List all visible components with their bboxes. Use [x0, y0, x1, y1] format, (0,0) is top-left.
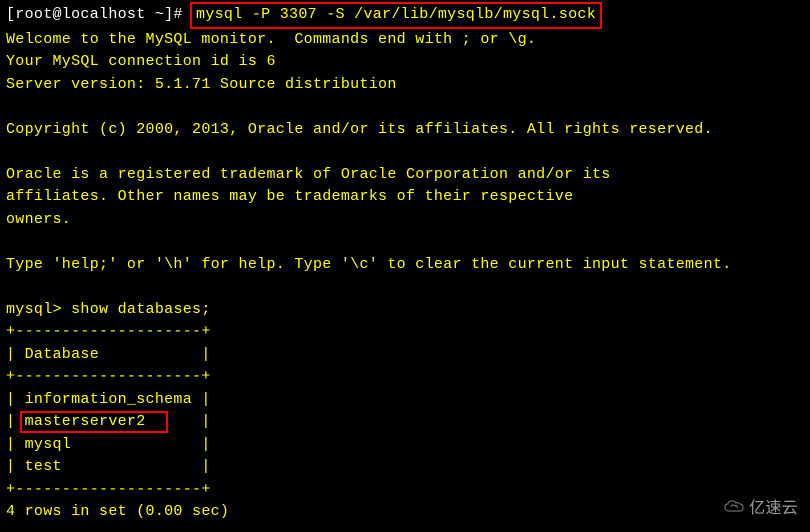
- cloud-icon: [723, 495, 745, 522]
- shell-prompt: [root@localhost ~]#: [6, 6, 192, 23]
- watermark: 亿速云: [723, 495, 798, 522]
- table-header: | Database |: [6, 344, 804, 367]
- table-row: | test |: [6, 456, 804, 479]
- trademark-line-3: owners.: [6, 209, 804, 232]
- table-border-mid: +--------------------+: [6, 366, 804, 389]
- watermark-text: 亿速云: [749, 497, 798, 521]
- blank-line: [6, 141, 804, 164]
- welcome-line-3: Server version: 5.1.71 Source distributi…: [6, 74, 804, 97]
- copyright-line: Copyright (c) 2000, 2013, Oracle and/or …: [6, 119, 804, 142]
- table-row: | mysql |: [6, 434, 804, 457]
- mysql-command-highlighted: mysql -P 3307 -S /var/lib/mysqlb/mysql.s…: [190, 2, 602, 29]
- help-line: Type 'help;' or '\h' for help. Type '\c'…: [6, 254, 804, 277]
- shell-prompt-line: [root@localhost ~]# mysql -P 3307 -S /va…: [6, 2, 804, 29]
- blank-line: [6, 276, 804, 299]
- welcome-line-2: Your MySQL connection id is 6: [6, 51, 804, 74]
- sql-query: show databases;: [71, 301, 211, 318]
- welcome-line-1: Welcome to the MySQL monitor. Commands e…: [6, 29, 804, 52]
- blank-line: [6, 96, 804, 119]
- table-row-text: | masterserver2 |: [6, 413, 211, 430]
- blank-line: [6, 231, 804, 254]
- table-border-bottom: +--------------------+: [6, 479, 804, 502]
- table-row: | information_schema |: [6, 389, 804, 412]
- mysql-prompt: mysql>: [6, 301, 71, 318]
- table-border-top: +--------------------+: [6, 321, 804, 344]
- trademark-line-1: Oracle is a registered trademark of Orac…: [6, 164, 804, 187]
- mysql-prompt-line[interactable]: mysql> show databases;: [6, 299, 804, 322]
- table-row-highlighted: | masterserver2 |: [6, 411, 804, 434]
- result-line: 4 rows in set (0.00 sec): [6, 501, 804, 524]
- trademark-line-2: affiliates. Other names may be trademark…: [6, 186, 804, 209]
